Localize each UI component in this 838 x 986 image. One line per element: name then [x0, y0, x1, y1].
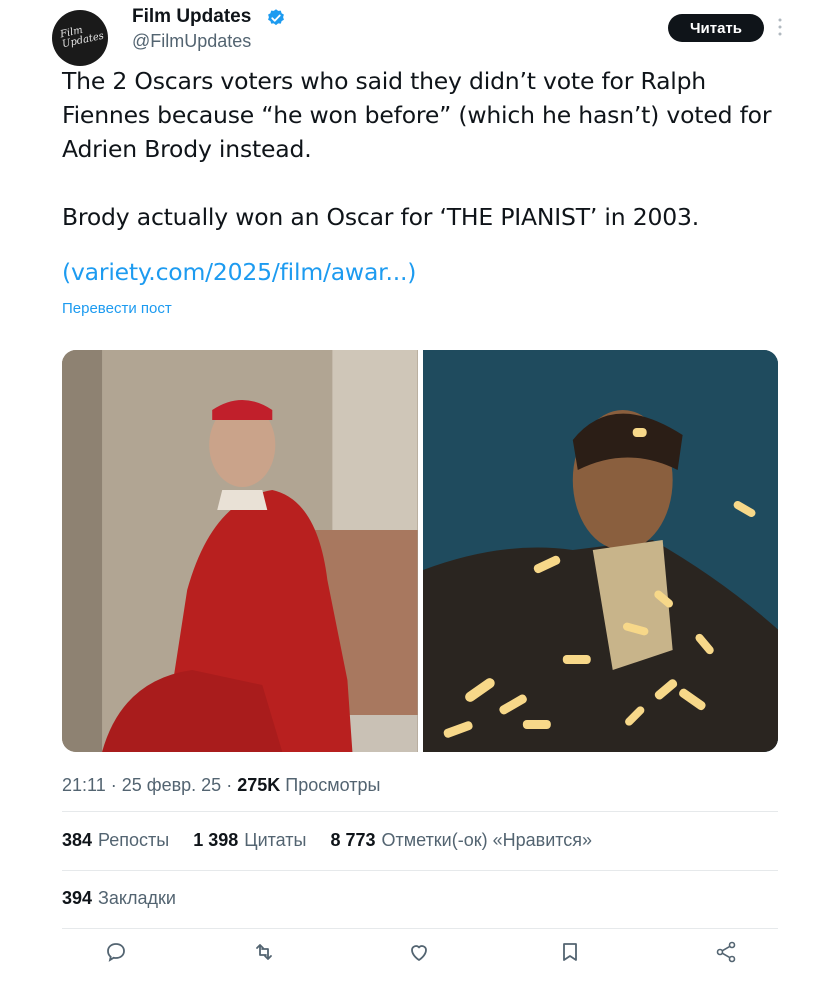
share-button[interactable]: [714, 940, 738, 964]
photo-cardinal-image: [62, 350, 418, 752]
avatar[interactable]: Film Updates: [52, 10, 108, 66]
reposts-label: Репосты: [98, 830, 170, 850]
meta-separator: ·: [110, 775, 122, 795]
bookmarks-count: 394: [62, 888, 93, 908]
reposts-count: 384: [62, 830, 93, 850]
post-media[interactable]: [62, 350, 778, 752]
likes-count: 8 773: [330, 830, 376, 850]
photo-brody-image: [422, 350, 778, 752]
post-link[interactable]: (variety.com/2025/film/awar...): [62, 258, 416, 286]
bookmark-button[interactable]: [558, 940, 582, 964]
post-stats: 384 Репосты 1 398 Цитаты 8 773 Отметки(-ок)…: [62, 830, 592, 851]
translate-post-link[interactable]: Перевести пост: [62, 300, 172, 317]
media-photo-cardinal[interactable]: [62, 350, 418, 752]
avatar-logo-text: Film Updates: [59, 24, 105, 51]
media-photo-brody[interactable]: [422, 350, 778, 752]
post-text: The 2 Oscars voters who said they didn’t…: [62, 67, 772, 231]
share-icon: [716, 941, 736, 963]
post-time[interactable]: 21:11: [62, 775, 106, 795]
divider: [62, 928, 778, 929]
action-bar: [62, 940, 778, 970]
post-date[interactable]: 25 февр. 25: [122, 775, 221, 795]
bookmarks-stat[interactable]: 394 Закладки: [62, 888, 176, 909]
reply-button[interactable]: [104, 940, 128, 964]
more-options-icon[interactable]: [776, 16, 784, 38]
post-meta: 21:11 · 25 февр. 25 · 275K Просмотры: [62, 775, 380, 796]
likes-stat[interactable]: 8 773 Отметки(-ок) «Нравится»: [330, 830, 592, 851]
views-label: Просмотры: [285, 775, 381, 795]
likes-label: Отметки(-ок) «Нравится»: [381, 830, 593, 850]
bookmark-icon: [563, 943, 577, 961]
reply-icon: [107, 943, 125, 962]
divider: [62, 870, 778, 871]
meta-separator: ·: [226, 775, 238, 795]
account-name[interactable]: Film Updates: [132, 6, 251, 28]
quotes-stat[interactable]: 1 398 Цитаты: [193, 830, 306, 851]
like-button[interactable]: [407, 940, 431, 964]
quotes-count: 1 398: [193, 830, 239, 850]
quotes-label: Цитаты: [244, 830, 307, 850]
like-icon: [411, 945, 427, 961]
reposts-stat[interactable]: 384 Репосты: [62, 830, 169, 851]
account-handle[interactable]: @FilmUpdates: [132, 31, 251, 52]
bookmarks-label: Закладки: [98, 888, 176, 908]
repost-button[interactable]: [252, 940, 276, 964]
follow-button[interactable]: Читать: [668, 14, 764, 42]
repost-icon: [256, 944, 272, 960]
views-count: 275K: [237, 775, 281, 795]
verified-badge-icon: [268, 9, 284, 26]
divider: [62, 811, 778, 812]
